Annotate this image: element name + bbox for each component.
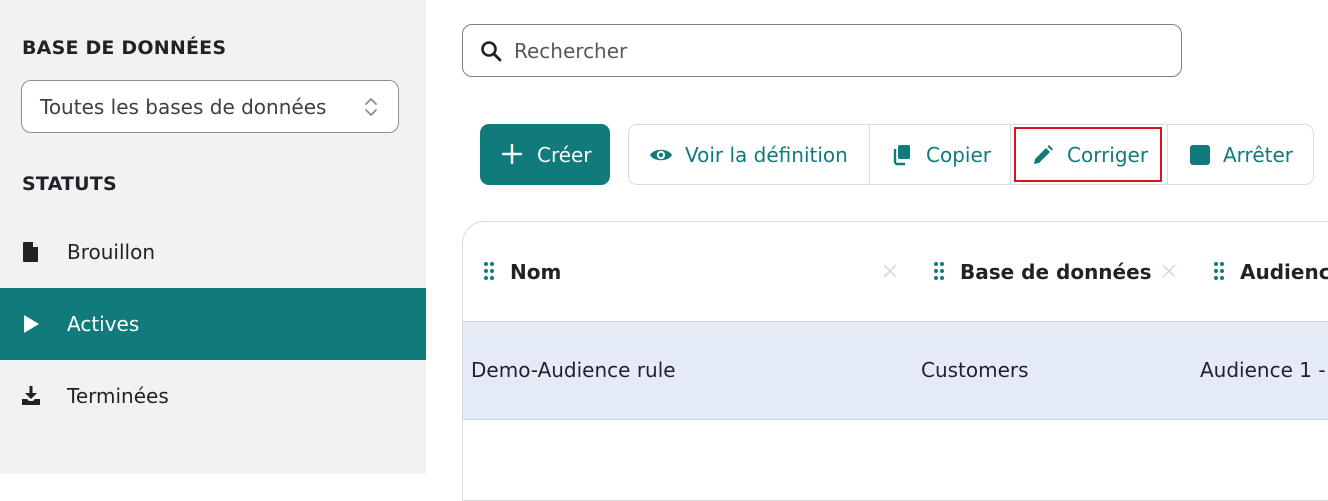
eye-icon xyxy=(650,149,672,161)
column-header-audience[interactable]: Audience xyxy=(1213,222,1328,321)
create-button[interactable]: Créer xyxy=(480,124,610,185)
column-header-base-de-donnees[interactable]: Base de données xyxy=(933,222,1163,321)
copy-label: Copier xyxy=(926,142,991,167)
cell-database: Customers xyxy=(921,358,1029,382)
cell-audience: Audience 1 - xyxy=(1200,358,1326,382)
copy-icon xyxy=(893,145,910,166)
create-label: Créer xyxy=(537,142,592,167)
copy-button[interactable]: Copier xyxy=(870,125,1010,184)
status-item-actives[interactable]: Actives xyxy=(0,288,426,360)
close-icon[interactable] xyxy=(882,263,898,279)
column-header-nom[interactable]: Nom xyxy=(483,222,903,321)
edit-label: Corriger xyxy=(1067,142,1149,167)
database-heading: BASE DE DONNÉES xyxy=(22,37,227,59)
drag-handle-icon[interactable] xyxy=(1213,261,1225,281)
download-icon xyxy=(22,386,40,405)
updown-chevron-icon xyxy=(365,98,377,116)
drag-handle-icon[interactable] xyxy=(933,261,945,281)
search-icon xyxy=(481,41,502,62)
stop-label: Arrêter xyxy=(1223,142,1294,167)
database-select-value: Toutes les bases de données xyxy=(40,94,327,119)
edit-button[interactable]: Corriger xyxy=(1011,125,1167,184)
close-icon[interactable] xyxy=(1161,263,1177,279)
column-header-label: Audience xyxy=(1240,259,1328,284)
status-item-terminees[interactable]: Terminées xyxy=(0,360,426,432)
table-row[interactable]: Demo-Audience rule Customers Audience 1 … xyxy=(463,321,1328,420)
search-input[interactable] xyxy=(514,33,1164,69)
search-bar xyxy=(462,24,1182,77)
status-label: Actives xyxy=(67,312,140,336)
data-table: Nom Base de données Audience Demo-Audien… xyxy=(462,221,1328,501)
action-toolbar: Voir la définition Copier Corriger Arrêt… xyxy=(628,124,1314,185)
column-header-label: Base de données xyxy=(960,259,1152,284)
cell-name: Demo-Audience rule xyxy=(471,358,676,382)
view-definition-label: Voir la définition xyxy=(685,142,848,167)
view-definition-button[interactable]: Voir la définition xyxy=(629,125,869,184)
drag-handle-icon[interactable] xyxy=(483,261,495,281)
status-heading: STATUTS xyxy=(22,173,117,195)
database-select[interactable]: Toutes les bases de données xyxy=(21,80,399,133)
play-icon xyxy=(24,315,39,333)
status-label: Brouillon xyxy=(67,240,155,264)
sidebar: BASE DE DONNÉES Toutes les bases de donn… xyxy=(0,0,426,474)
pencil-icon xyxy=(1034,145,1053,164)
stop-button[interactable]: Arrêter xyxy=(1168,125,1314,184)
plus-icon xyxy=(502,144,522,164)
stop-icon xyxy=(1190,145,1210,165)
status-item-brouillon[interactable]: Brouillon xyxy=(0,216,426,288)
document-icon xyxy=(23,242,38,262)
status-label: Terminées xyxy=(67,384,169,408)
column-header-label: Nom xyxy=(510,259,562,284)
